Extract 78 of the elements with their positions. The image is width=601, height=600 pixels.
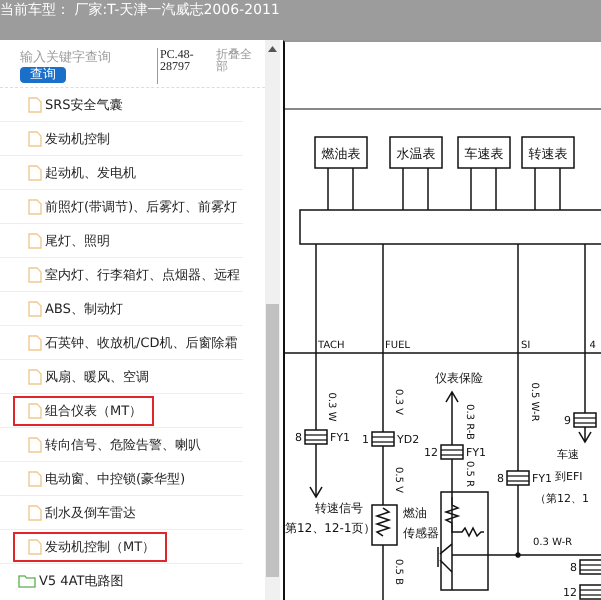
connector-label: FY1 [330,431,350,444]
connector-label: FY1 [466,446,486,459]
file-icon [28,436,42,452]
pin-label: 8 [295,431,302,444]
file-icon [28,232,42,248]
tree-item[interactable]: ABS、制动灯 [28,296,133,322]
diagram-note: 燃油 [403,506,427,520]
file-icon [28,164,42,180]
pin-label: 8 [497,472,504,485]
tree-item[interactable]: 室内灯、行李箱灯、点烟器、远程 [28,262,250,288]
diagram-note: （第12、1 [535,492,589,505]
wire-code: 0.3 V [393,389,404,415]
file-icon [28,538,42,554]
search-field[interactable]: 输入关键字查询 [20,48,150,67]
tree-item[interactable]: 电动窗、中控锁(豪华型) [28,466,196,492]
file-icon [28,402,42,418]
signal-label: SI [521,340,530,351]
page-title: 当前车型： 厂家:T-天津一汽威志2006-2011 [0,2,280,18]
pin-label: 12 [424,446,438,459]
file-icon [28,334,42,350]
file-icon [28,470,42,486]
pin-label: 8 [570,561,577,574]
scroll-up-icon[interactable] [268,46,277,52]
file-icon [28,130,42,146]
file-icon [28,504,42,520]
wire-code: 0.3 W-R [533,537,572,548]
connector-symbol [440,444,464,460]
file-icon [28,266,42,282]
tree-item[interactable]: 起动机、发电机 [28,160,146,186]
connector-symbol [304,429,328,445]
gauge-box: 燃油表 [314,136,368,169]
wire-code: 0.3 R-B [464,404,475,440]
folder-icon [18,574,36,588]
gauge-box: 水温表 [389,136,443,169]
connector-label: FY1 [532,472,552,485]
wire-code: 0.5 R [464,460,475,488]
tree-item[interactable]: 发动机控制 [28,126,120,152]
code-label: PC.48-28797 [157,48,204,84]
wire-code: 0.3 W [326,392,337,422]
tree-item[interactable]: V5 4AT电路图 [18,568,134,594]
signal-label: 4 [590,340,596,351]
diagram-note: 转速信号 [315,501,363,515]
tree-item[interactable]: 转向信号、危险告警、喇叭 [28,432,211,458]
connector-symbol [371,431,395,447]
tree-item[interactable]: 前照灯(带调节)、后雾灯、前雾灯 [28,194,248,220]
diagram-note: 车速 [557,448,579,461]
signal-label: TACH [318,340,344,351]
file-icon [28,300,42,316]
connector-symbol [573,412,597,428]
diagram-note: 传感器 [403,526,439,540]
tree-item[interactable]: 刮水及倒车雷达 [28,500,146,526]
wire-code: 0.5 B [393,559,404,585]
signal-label: FUEL [385,340,410,351]
diagram-note: 到EFI [555,470,583,483]
file-icon [28,96,42,112]
gauge-box: 车速表 [457,136,511,169]
tree-item[interactable]: 发动机控制（MT） [15,534,166,560]
connector-label: YD2 [397,433,420,446]
diagram-note: 仪表保险 [435,371,483,385]
pin-label: 1 [362,433,369,446]
tree-item[interactable]: 石英钟、收放机/CD机、后窗除霜 [28,330,248,356]
tree-item[interactable]: 风扇、暖风、空调 [28,364,159,390]
wire-code: 0.5 W-R [529,382,540,422]
gauge-box: 转速表 [521,136,575,169]
search-button[interactable]: 查询 [20,67,66,83]
scrollbar-thumb[interactable] [266,304,279,577]
tree-item[interactable]: SRS安全气囊 [28,92,133,118]
file-icon [28,198,42,214]
connector-symbol [579,584,601,600]
diagram-note: 第12、12-1页） [285,521,376,535]
connector-symbol [506,470,530,486]
pin-label: 12 [563,586,577,599]
file-icon [28,368,42,384]
tree-item[interactable]: 组合仪表（MT） [15,398,152,424]
connector-symbol [579,559,601,575]
wire-code: 0.5 V [393,467,404,493]
tree-item[interactable]: 尾灯、照明 [28,228,120,254]
pin-label: 9 [564,414,571,427]
